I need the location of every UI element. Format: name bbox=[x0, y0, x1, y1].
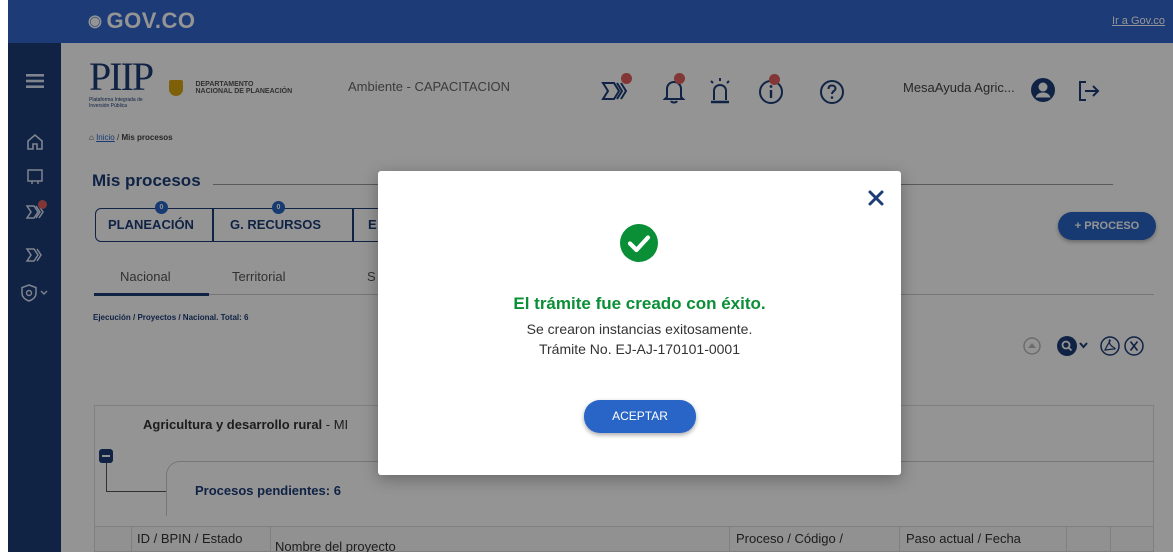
dialog-tramite-number: Trámite No. EJ-AJ-170101-0001 bbox=[538, 341, 741, 357]
accept-button[interactable]: ACEPTAR bbox=[584, 400, 696, 433]
check-circle-icon bbox=[616, 220, 662, 266]
dialog-title: El trámite fue creado con éxito. bbox=[513, 294, 766, 313]
dialog-message: Se crearon instancias exitosamente. bbox=[526, 321, 753, 337]
success-dialog: El trámite fue creado con éxito. Se crea… bbox=[378, 171, 901, 475]
app-window: ◉ GOV.CO Ir a Gov.co PIIP Plataforma Inte… bbox=[0, 0, 1173, 552]
left-strip bbox=[0, 0, 8, 552]
close-icon[interactable] bbox=[865, 187, 887, 209]
